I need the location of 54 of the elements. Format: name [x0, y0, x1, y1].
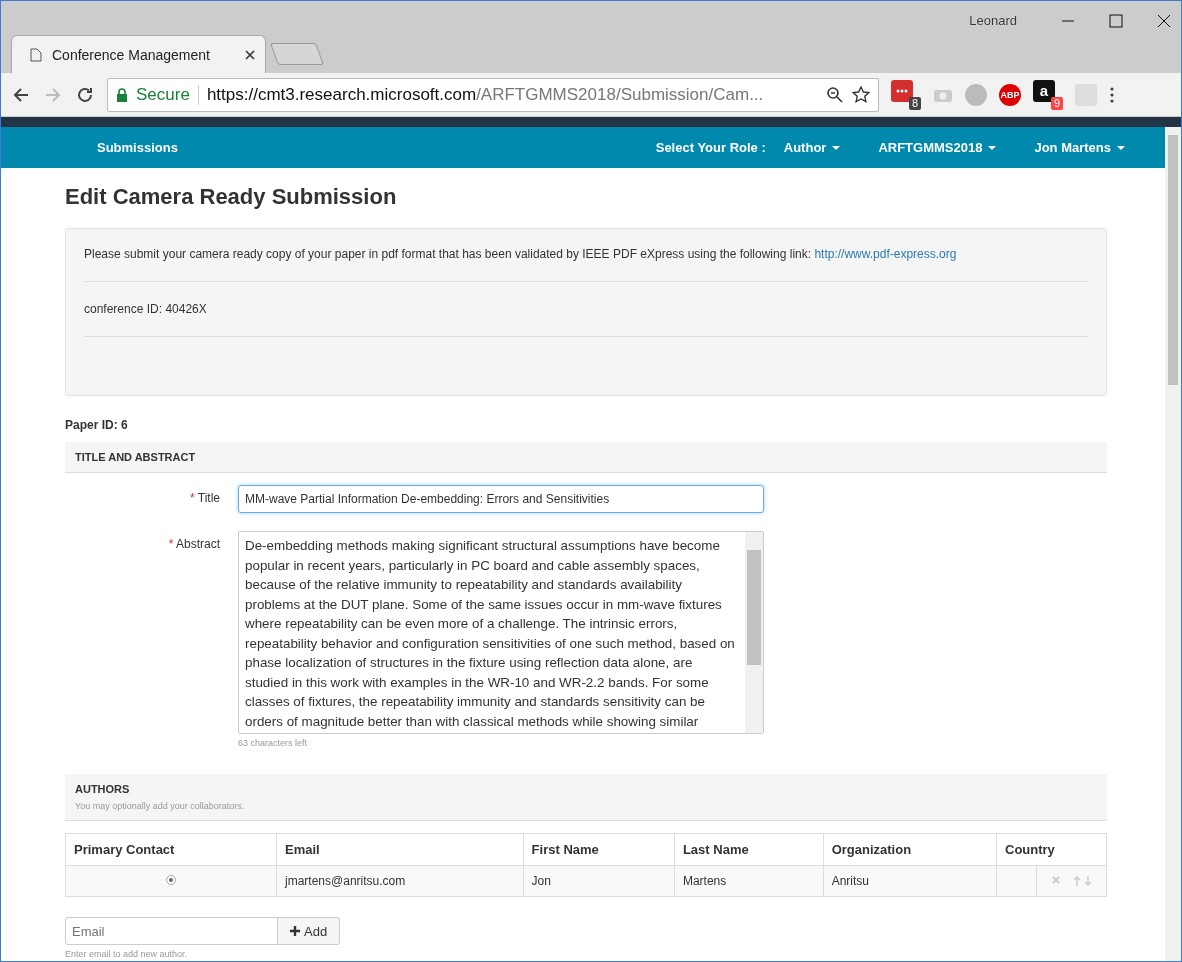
column-header: Organization	[823, 833, 997, 866]
section-title: AUTHORS	[75, 783, 131, 795]
nav-dropdown[interactable]: Author	[783, 140, 841, 155]
table-cell: Anritsu	[823, 865, 997, 897]
field-label: * Title	[188, 490, 220, 507]
tab-title: Conference Management	[52, 46, 211, 63]
column-header: Email	[276, 833, 524, 866]
remove-icon	[1050, 875, 1061, 885]
add-author-hint: Enter email to add new author.	[65, 949, 189, 959]
secure-label: Secure	[136, 84, 190, 105]
page-icon	[30, 47, 42, 62]
email-input[interactable]: Email	[65, 917, 278, 945]
adblock-icon[interactable]: ABP	[999, 83, 1021, 106]
column-header: Last Name	[674, 833, 824, 866]
nav-dropdown[interactable]: ARFTGMMS2018	[878, 140, 997, 155]
table-cell: Jon	[523, 865, 675, 897]
circle-icon[interactable]	[965, 83, 987, 106]
maximize-icon	[1109, 13, 1123, 28]
move-arrows-icon	[1072, 875, 1093, 887]
zoom-icon	[826, 85, 844, 104]
notice-text: Please submit your camera ready copy of your paper in pdf format that has been validated by IEEE PDF eXpress using the following link: http://www.pdf-express.org	[84, 247, 957, 261]
close-icon	[245, 49, 255, 60]
page-heading: Edit Camera Ready Submission	[65, 184, 398, 210]
scrollbar[interactable]	[1165, 127, 1181, 961]
close-icon	[1157, 13, 1171, 28]
url-text: https://cmt3.research.microsoft.com/ARFTGMMS2018/Submission/Cam...	[206, 84, 765, 105]
conference-id: conference ID: 40426X	[84, 302, 207, 316]
abstract-textarea[interactable]: De-embedding methods making significant structural assumptions have become popular in recent years, particularly in PC board and cable assembly spaces, because of the relative immunity to repeatability and standards availability problems at the DUT plane. Some of the same issues occur in mm-wave fixtures where repeatability can be even more of a challenge. The intrinsic errors, repeatability behavior and configuration sensitivities of one such method, based on phase localization of structures in the fixture using reflection data alone, are studied in this work with examples in the WR-10 and WR-2.2 bands. For some classes of fixtures, the repeatability immunity and standards sensitivity can be orders of magnitude better than with classical methods while showing similar	[238, 531, 764, 734]
pdf-express-link[interactable]: http://www.pdf-express.org	[814, 247, 957, 261]
address-bar[interactable]: Secure https://cmt3.research.microsoft.com/ARFTGMMS2018/Submission/Cam...	[107, 77, 879, 112]
column-header: First Name	[523, 833, 675, 866]
column-header: Country	[996, 833, 1107, 866]
minimize-icon	[1061, 19, 1075, 22]
lock-icon	[116, 87, 128, 102]
add-button[interactable]: Add	[278, 917, 341, 945]
paper-id: Paper ID: 6	[65, 418, 129, 432]
table-cell: Martens	[674, 865, 824, 897]
field-label: * Abstract	[167, 536, 220, 553]
submissions-link[interactable]: Submissions	[97, 140, 178, 155]
title-input[interactable]: MM-wave Partial Information De-embedding: Errors and Sensitivities	[238, 485, 764, 513]
star-icon	[852, 85, 870, 104]
profile-name[interactable]: Leonard	[969, 13, 1017, 28]
section-hint: You may optionally add your collaborators.	[75, 801, 246, 811]
role-label: Select Your Role :	[655, 140, 766, 155]
new-tab-button[interactable]	[270, 43, 324, 65]
nav-dropdown[interactable]: Jon Martens	[1034, 140, 1125, 155]
character-count: 63 characters left	[238, 738, 309, 748]
table-cell: jmartens@anritsu.com	[276, 865, 524, 897]
browser-tab[interactable]: Conference Management	[11, 35, 266, 73]
menu-icon	[1109, 85, 1115, 104]
section-title: TITLE AND ABSTRACT	[75, 451, 197, 463]
plus-icon	[290, 926, 300, 936]
primary-contact-radio[interactable]	[166, 875, 176, 885]
column-header: Primary Contact	[65, 833, 277, 866]
